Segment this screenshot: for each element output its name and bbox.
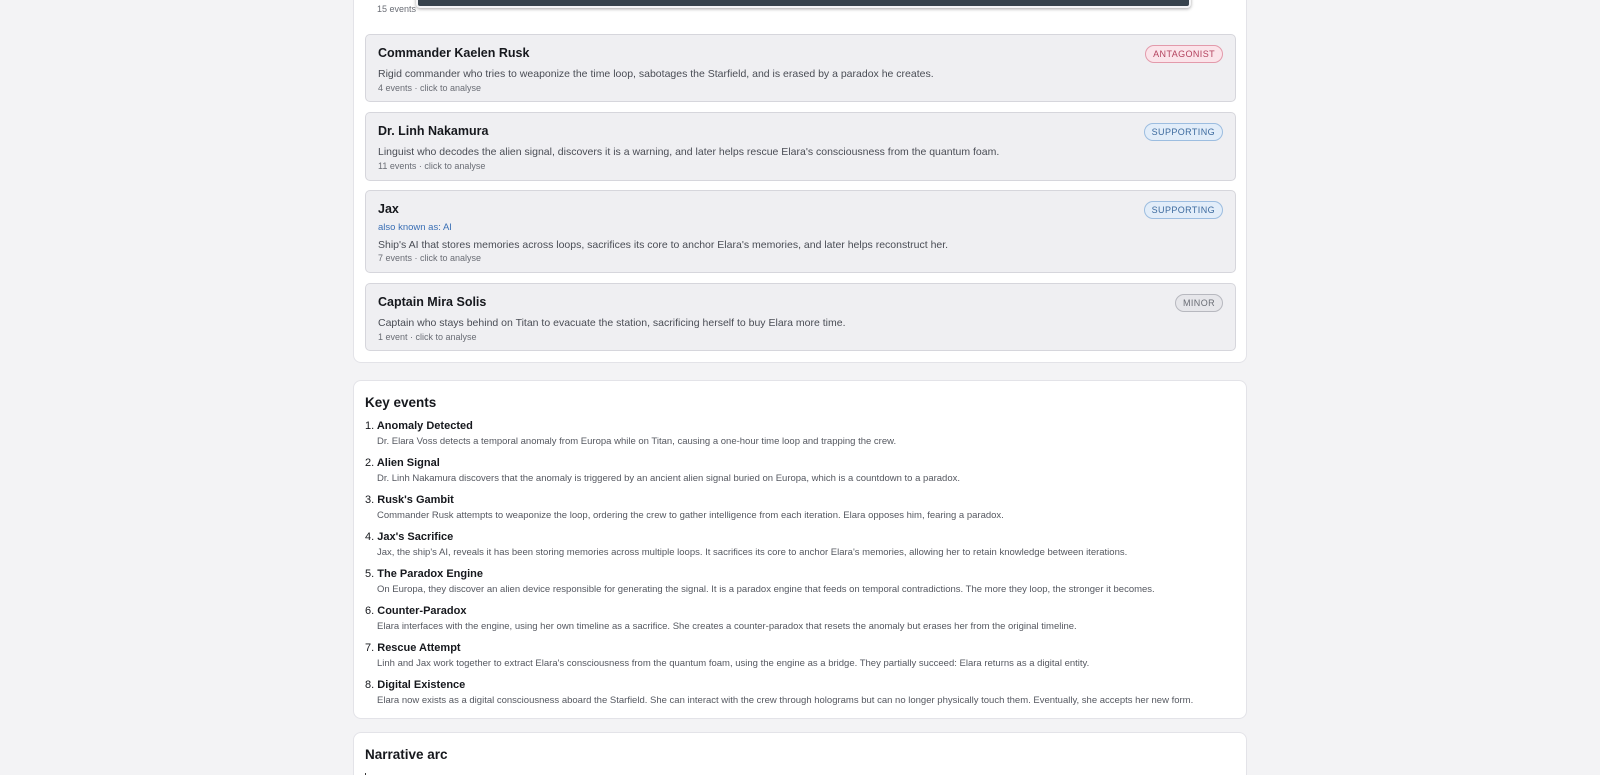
event-item: 1. Anomaly Detected Dr. Elara Voss detec… [365,419,1225,448]
character-event-count: 11 events · click to analyse [378,161,486,171]
role-badge: SUPPORTING [1143,123,1223,141]
character-name: Dr. Linh Nakamura [378,124,489,138]
event-description: Linh and Jax work together to extract El… [377,658,1090,669]
character-name: Commander Kaelen Rusk [378,46,530,60]
section-title: Key events [365,395,437,410]
event-title: Digital Existence [377,679,466,691]
character-event-count: 1 event · click to analyse [378,332,477,342]
event-item: 4. Jax's Sacrifice Jax, the ship's AI, r… [365,530,1225,559]
event-description: Dr. Elara Voss detects a temporal anomal… [377,436,897,447]
role-badge: SUPPORTING [1143,201,1223,219]
event-number: 7. [365,642,375,654]
character-card-nakamura[interactable]: Dr. Linh Nakamura SUPPORTING Linguist wh… [365,112,1236,181]
character-card-solis[interactable]: Captain Mira Solis MINOR Captain who sta… [365,283,1236,351]
character-name: Captain Mira Solis [378,295,487,309]
character-description: Ship's AI that stores memories across lo… [378,239,949,251]
event-item: 3. Rusk's Gambit Commander Rusk attempts… [365,493,1225,522]
event-number: 8. [365,679,375,691]
event-title: Rusk's Gambit [377,494,454,506]
event-number: 5. [365,568,375,580]
characters-panel: 15 events Commander Kaelen Rusk ANTAGONI… [353,0,1247,363]
event-item: 5. The Paradox Engine On Europa, they di… [365,567,1225,596]
character-aliases: also known as: AI [378,222,452,233]
character-description: Rigid commander who tries to weaponize t… [378,68,934,80]
role-badge: ANTAGONIST [1145,45,1223,63]
event-number: 6. [365,605,375,617]
event-number: 4. [365,531,375,543]
event-description: Jax, the ship's AI, reveals it has been … [377,547,1128,558]
event-number: 1. [365,420,375,432]
character-name: Jax [378,202,399,216]
partial-card-meta: 15 events [377,4,417,14]
character-card-rusk[interactable]: Commander Kaelen Rusk ANTAGONIST Rigid c… [365,34,1236,102]
event-item: 6. Counter-Paradox Elara interfaces with… [365,604,1225,633]
event-description: Elara interfaces with the engine, using … [377,621,1077,632]
event-title: Rescue Attempt [377,642,461,654]
event-description: On Europa, they discover an alien device… [377,584,1155,595]
event-title: Alien Signal [376,457,440,469]
event-title: Anomaly Detected [376,420,473,432]
event-description: Elara now exists as a digital consciousn… [377,695,1194,706]
role-badge: MINOR [1175,294,1223,312]
character-description: Captain who stays behind on Titan to eva… [378,317,846,329]
key-events-panel: Key events 1. Anomaly Detected Dr. Elara… [353,380,1247,719]
character-description: Linguist who decodes the alien signal, d… [378,146,1000,158]
event-title: The Paradox Engine [377,568,483,580]
event-number: 2. [365,457,375,469]
event-item: 2. Alien Signal Dr. Linh Nakamura discov… [365,456,1225,485]
event-title: Counter-Paradox [377,605,467,617]
tooltip-overlay [416,0,1191,8]
event-number: 3. [365,494,375,506]
section-title: Narrative arc [365,747,448,762]
character-card-jax[interactable]: Jax SUPPORTING also known as: AI Ship's … [365,190,1236,273]
event-item: 8. Digital Existence Elara now exists as… [365,678,1225,707]
event-description: Commander Rusk attempts to weaponize the… [377,510,1004,521]
event-item: 7. Rescue Attempt Linh and Jax work toge… [365,641,1225,670]
event-description: Dr. Linh Nakamura discovers that the ano… [377,473,961,484]
narrative-arc-panel: Narrative arc [353,732,1247,775]
character-event-count: 4 events · click to analyse [378,83,482,93]
event-title: Jax's Sacrifice [377,531,454,543]
character-event-count: 7 events · click to analyse [378,253,482,263]
